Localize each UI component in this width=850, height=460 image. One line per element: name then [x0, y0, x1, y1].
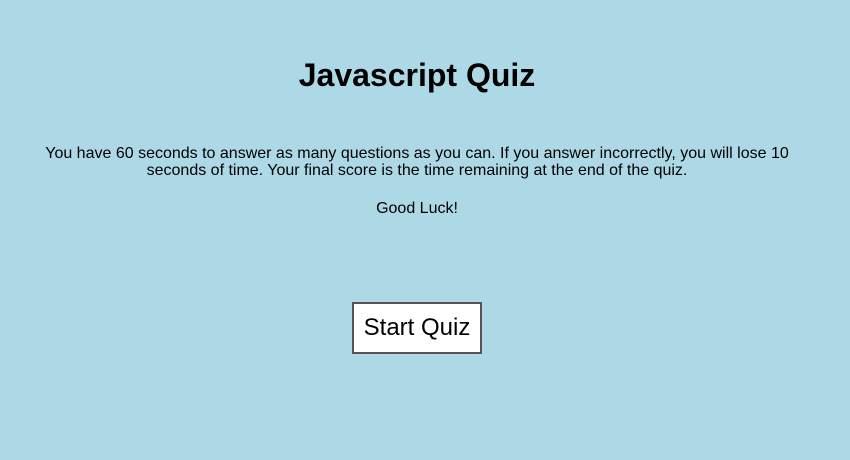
good-luck-message: Good Luck! [376, 200, 458, 217]
page-title: Javascript Quiz [298, 57, 536, 93]
start-quiz-button[interactable]: Start Quiz [352, 302, 482, 354]
quiz-intro-screen: Javascript Quiz You have 60 seconds to a… [0, 0, 850, 460]
quiz-instructions: You have 60 seconds to answer as many qu… [45, 145, 789, 179]
